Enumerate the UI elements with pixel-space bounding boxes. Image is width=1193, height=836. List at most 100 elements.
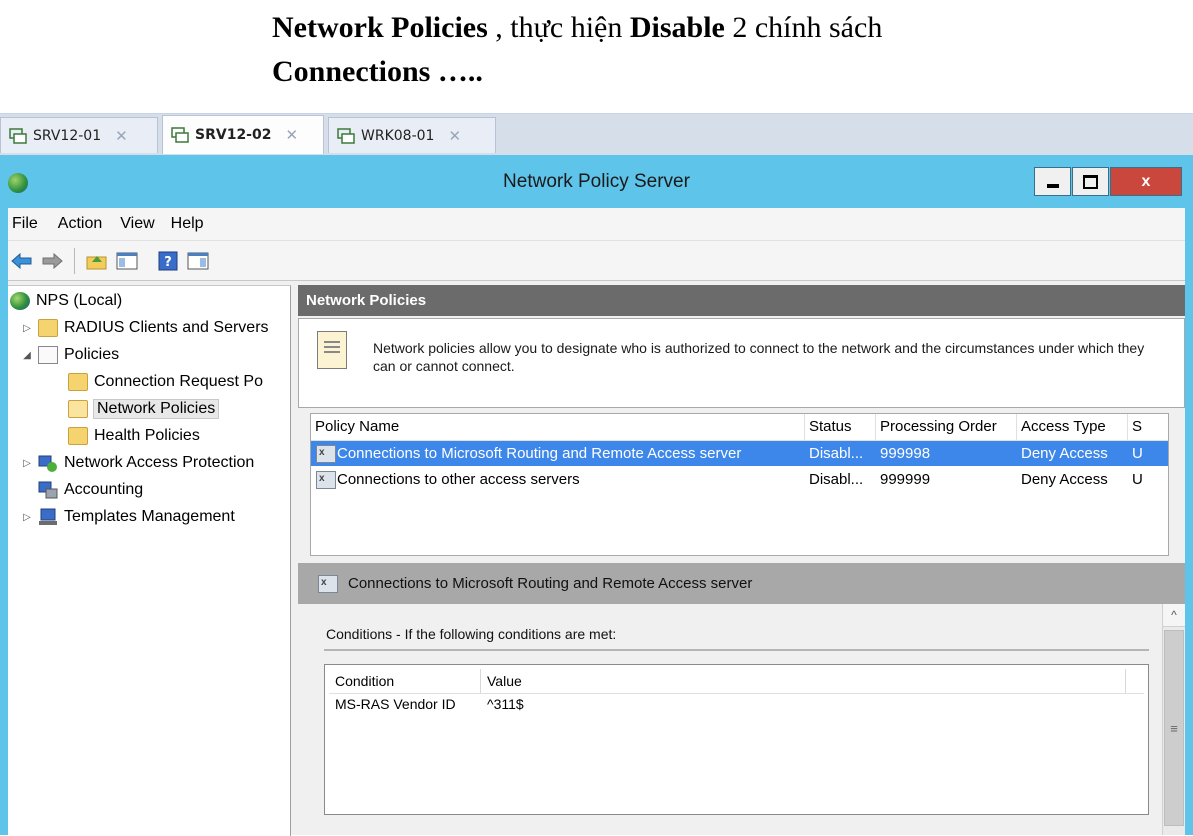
toolbar-spacer	[147, 248, 148, 274]
condition-cell: MS-RAS Vendor ID	[335, 696, 456, 712]
open-folder-icon	[68, 400, 88, 418]
value-cell: ^311$	[487, 696, 524, 712]
tab-wrk08-01[interactable]: WRK08-01 ✕	[328, 117, 496, 153]
menu-file[interactable]: File	[8, 215, 48, 233]
status-cell: Disabl...	[809, 445, 864, 462]
tab-label: SRV12-01	[33, 127, 102, 144]
caption-bold-disable: Disable	[629, 11, 725, 44]
tree-node-health-policies[interactable]: Health Policies	[68, 423, 200, 449]
tree-node-templates-management[interactable]: ▷ Templates Management	[20, 504, 235, 530]
tree-node-policies[interactable]: ◢ Policies	[20, 342, 119, 368]
folder-icon	[68, 427, 88, 445]
tree-node-connection-request-policies[interactable]: Connection Request Po	[68, 369, 263, 395]
expand-icon[interactable]: ▷	[20, 323, 34, 334]
tree-node-network-policies[interactable]: Network Policies	[68, 396, 220, 422]
close-tab-icon[interactable]: ✕	[285, 126, 298, 144]
scroll-thumb[interactable]: ≡	[1164, 630, 1184, 826]
menu-view[interactable]: View	[112, 215, 164, 233]
source-cell: U	[1132, 471, 1143, 488]
maximize-icon	[1083, 174, 1098, 189]
menu-help[interactable]: Help	[165, 215, 214, 233]
tree-node-nps-local[interactable]: NPS (Local)	[10, 288, 122, 314]
processing-order-cell: 999998	[880, 445, 931, 462]
tree-label: Network Policies	[92, 399, 220, 419]
tab-srv12-02[interactable]: SRV12-02 ✕	[162, 115, 324, 154]
policy-detail-title: Connections to Microsoft Routing and Rem…	[348, 575, 753, 592]
console-tree: NPS (Local) ▷ RADIUS Clients and Servers…	[8, 285, 291, 836]
client-area: File Action View Help ? NPS (Local) ▷ RA…	[8, 208, 1185, 836]
caption-tail-text: 2 chính sách	[724, 11, 883, 44]
vm-console-icon	[171, 127, 189, 143]
scroll-up-icon[interactable]: ^	[1163, 604, 1185, 627]
table-row[interactable]: MS-RAS Vendor ID ^311$	[329, 693, 1144, 715]
vm-tab-strip: SRV12-01 ✕ SRV12-02 ✕ WRK08-01 ✕	[0, 113, 1193, 156]
close-icon: x	[1141, 172, 1151, 190]
tree-node-accounting[interactable]: Accounting	[38, 477, 143, 503]
access-type-cell: Deny Access	[1021, 445, 1108, 462]
vertical-scrollbar[interactable]: ^ ≡	[1162, 604, 1185, 835]
tree-label: Policies	[64, 346, 120, 363]
folder-icon	[68, 373, 88, 391]
column-header-value[interactable]: Value	[481, 669, 1126, 693]
processing-order-cell: 999999	[880, 471, 931, 488]
menu-bar: File Action View Help	[8, 208, 1185, 241]
show-hide-tree-icon[interactable]	[115, 249, 139, 273]
tab-srv12-01[interactable]: SRV12-01 ✕	[0, 117, 158, 153]
tree-label: Health Policies	[94, 427, 200, 444]
minimize-button[interactable]	[1034, 167, 1071, 196]
column-header-condition[interactable]: Condition	[329, 669, 481, 693]
results-pane: Network Policies Network policies allow …	[298, 285, 1185, 835]
conditions-divider	[324, 649, 1149, 651]
conditions-label: Conditions - If the following conditions…	[326, 626, 617, 642]
tree-label: Templates Management	[64, 508, 235, 525]
policy-list: Policy Name Status Processing Order Acce…	[310, 413, 1169, 556]
column-header-status[interactable]: Status	[805, 414, 876, 440]
column-header-policy-name[interactable]: Policy Name	[311, 414, 805, 440]
close-tab-icon[interactable]: ✕	[115, 127, 128, 145]
column-header-source[interactable]: S	[1128, 414, 1168, 440]
window-title: Network Policy Server	[503, 171, 690, 192]
column-header-access-type[interactable]: Access Type	[1017, 414, 1128, 440]
conditions-table-header: Condition Value	[329, 669, 1144, 694]
collapse-icon[interactable]: ◢	[20, 350, 34, 361]
close-button[interactable]: x	[1110, 167, 1182, 196]
table-row[interactable]: Connections to other access servers Disa…	[311, 467, 1168, 492]
close-tab-icon[interactable]: ✕	[448, 127, 461, 145]
globe-icon	[10, 292, 30, 310]
maximize-button[interactable]	[1072, 167, 1109, 196]
tree-node-radius-clients[interactable]: ▷ RADIUS Clients and Servers	[20, 315, 269, 341]
conditions-table: Condition Value MS-RAS Vendor ID ^311$	[324, 664, 1149, 815]
toolbar: ?	[8, 241, 1185, 281]
tree-label: NPS (Local)	[36, 292, 123, 309]
back-arrow-icon[interactable]	[10, 249, 34, 273]
tab-label: WRK08-01	[361, 127, 435, 144]
description-box: Network policies allow you to designate …	[298, 318, 1185, 408]
accounting-icon	[38, 481, 58, 499]
forward-arrow-icon[interactable]	[40, 249, 64, 273]
title-bar[interactable]: Network Policy Server x	[0, 155, 1193, 208]
svg-text:?: ?	[164, 255, 172, 270]
scroll-document-icon	[317, 331, 347, 369]
help-icon[interactable]: ?	[156, 249, 180, 273]
caption-mid-text: , thực hiện	[487, 11, 630, 44]
disabled-policy-icon	[318, 574, 338, 593]
description-text: Network policies allow you to designate …	[373, 340, 1145, 374]
access-type-cell: Deny Access	[1021, 471, 1108, 488]
caption-line-2: Connections …..	[272, 50, 882, 94]
action-pane-icon[interactable]	[186, 249, 210, 273]
tab-label: SRV12-02	[195, 127, 272, 143]
tree-label: RADIUS Clients and Servers	[64, 319, 269, 336]
menu-action[interactable]: Action	[48, 215, 112, 233]
up-folder-icon[interactable]	[85, 249, 109, 273]
folder-icon	[38, 319, 58, 337]
policy-detail-body: Conditions - If the following conditions…	[298, 604, 1185, 835]
nap-icon	[38, 454, 58, 472]
vm-console-icon	[337, 127, 355, 144]
expand-icon[interactable]: ▷	[20, 458, 34, 469]
tree-node-network-access-protection[interactable]: ▷ Network Access Protection	[20, 450, 254, 476]
column-header-processing-order[interactable]: Processing Order	[876, 414, 1017, 440]
table-row[interactable]: Connections to Microsoft Routing and Rem…	[311, 441, 1168, 466]
expand-icon[interactable]: ▷	[20, 512, 34, 523]
toolbar-separator	[74, 247, 75, 274]
document-caption: Network Policies , thực hiện Disable 2 c…	[272, 6, 882, 94]
